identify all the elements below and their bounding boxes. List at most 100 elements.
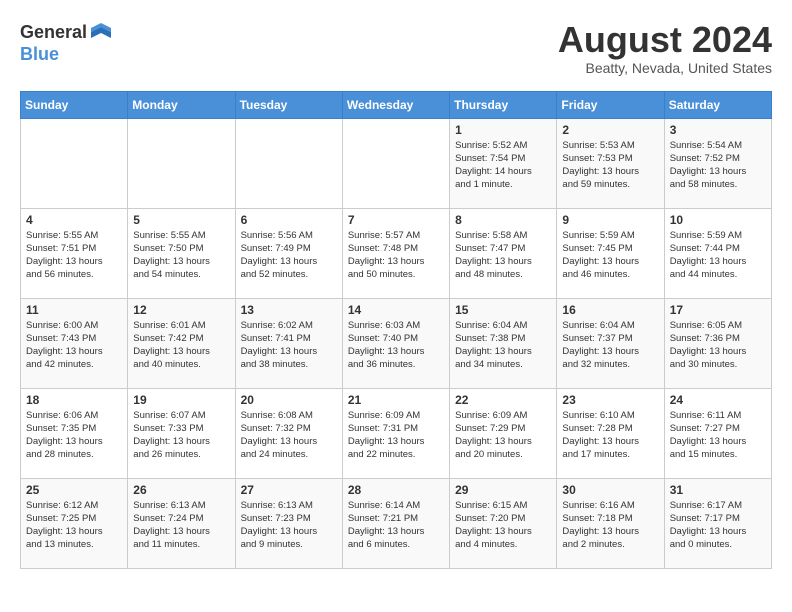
location-subtitle: Beatty, Nevada, United States [558,60,772,76]
day-info: Sunrise: 5:52 AM Sunset: 7:54 PM Dayligh… [455,139,551,192]
day-info: Sunrise: 6:05 AM Sunset: 7:36 PM Dayligh… [670,319,766,372]
header-day-monday: Monday [128,91,235,118]
calendar-cell: 1 Sunrise: 5:52 AM Sunset: 7:54 PM Daylig… [450,118,557,208]
header-day-tuesday: Tuesday [235,91,342,118]
day-info: Sunrise: 5:58 AM Sunset: 7:47 PM Dayligh… [455,229,551,282]
calendar-cell: 11 Sunrise: 6:00 AM Sunset: 7:43 PM Dayli… [21,298,128,388]
day-info: Sunrise: 6:17 AM Sunset: 7:17 PM Dayligh… [670,499,766,552]
week-row-4: 25Sunrise: 6:12 AM Sunset: 7:25 PM Dayli… [21,478,772,568]
day-number: 15 [455,303,551,317]
day-info: Sunrise: 6:13 AM Sunset: 7:23 PM Dayligh… [241,499,337,552]
day-number: 28 [348,483,444,497]
calendar-cell: 20 Sunrise: 6:08 AM Sunset: 7:32 PM Dayli… [235,388,342,478]
day-info: Sunrise: 6:07 AM Sunset: 7:33 PM Dayligh… [133,409,229,462]
calendar-cell: 16 Sunrise: 6:04 AM Sunset: 7:37 PM Dayli… [557,298,664,388]
calendar-table: SundayMondayTuesdayWednesdayThursdayFrid… [20,91,772,569]
calendar-cell: 29Sunrise: 6:15 AM Sunset: 7:20 PM Dayli… [450,478,557,568]
header-day-saturday: Saturday [664,91,771,118]
day-info: Sunrise: 5:55 AM Sunset: 7:51 PM Dayligh… [26,229,122,282]
day-info: Sunrise: 6:01 AM Sunset: 7:42 PM Dayligh… [133,319,229,372]
calendar-cell [235,118,342,208]
day-info: Sunrise: 6:13 AM Sunset: 7:24 PM Dayligh… [133,499,229,552]
day-number: 4 [26,213,122,227]
calendar-header: SundayMondayTuesdayWednesdayThursdayFrid… [21,91,772,118]
calendar-cell: 30Sunrise: 6:16 AM Sunset: 7:18 PM Dayli… [557,478,664,568]
day-info: Sunrise: 5:59 AM Sunset: 7:44 PM Dayligh… [670,229,766,282]
day-info: Sunrise: 6:04 AM Sunset: 7:37 PM Dayligh… [562,319,658,372]
day-info: Sunrise: 6:10 AM Sunset: 7:28 PM Dayligh… [562,409,658,462]
day-info: Sunrise: 6:04 AM Sunset: 7:38 PM Dayligh… [455,319,551,372]
calendar-cell: 22 Sunrise: 6:09 AM Sunset: 7:29 PM Dayli… [450,388,557,478]
day-number: 12 [133,303,229,317]
week-row-3: 18 Sunrise: 6:06 AM Sunset: 7:35 PM Dayli… [21,388,772,478]
calendar-cell: 21Sunrise: 6:09 AM Sunset: 7:31 PM Dayli… [342,388,449,478]
calendar-cell: 12 Sunrise: 6:01 AM Sunset: 7:42 PM Dayli… [128,298,235,388]
month-year-title: August 2024 [558,20,772,60]
day-info: Sunrise: 6:06 AM Sunset: 7:35 PM Dayligh… [26,409,122,462]
calendar-cell [128,118,235,208]
day-info: Sunrise: 6:16 AM Sunset: 7:18 PM Dayligh… [562,499,658,552]
week-row-1: 4 Sunrise: 5:55 AM Sunset: 7:51 PM Daylig… [21,208,772,298]
day-info: Sunrise: 6:00 AM Sunset: 7:43 PM Dayligh… [26,319,122,372]
header-row: SundayMondayTuesdayWednesdayThursdayFrid… [21,91,772,118]
calendar-cell: 4 Sunrise: 5:55 AM Sunset: 7:51 PM Daylig… [21,208,128,298]
calendar-cell: 9 Sunrise: 5:59 AM Sunset: 7:45 PM Daylig… [557,208,664,298]
day-info: Sunrise: 5:57 AM Sunset: 7:48 PM Dayligh… [348,229,444,282]
calendar-cell: 25Sunrise: 6:12 AM Sunset: 7:25 PM Dayli… [21,478,128,568]
day-number: 14 [348,303,444,317]
title-block: August 2024 Beatty, Nevada, United State… [558,20,772,76]
day-info: Sunrise: 6:09 AM Sunset: 7:29 PM Dayligh… [455,409,551,462]
day-number: 10 [670,213,766,227]
day-number: 13 [241,303,337,317]
logo: General Blue [20,20,113,65]
calendar-cell: 8Sunrise: 5:58 AM Sunset: 7:47 PM Daylig… [450,208,557,298]
logo-blue-text: Blue [20,44,59,65]
day-info: Sunrise: 5:56 AM Sunset: 7:49 PM Dayligh… [241,229,337,282]
day-number: 3 [670,123,766,137]
day-number: 17 [670,303,766,317]
day-number: 19 [133,393,229,407]
calendar-cell [342,118,449,208]
day-info: Sunrise: 6:11 AM Sunset: 7:27 PM Dayligh… [670,409,766,462]
day-info: Sunrise: 5:55 AM Sunset: 7:50 PM Dayligh… [133,229,229,282]
calendar-cell: 28 Sunrise: 6:14 AM Sunset: 7:21 PM Dayli… [342,478,449,568]
calendar-cell [21,118,128,208]
logo-general-text: General [20,22,87,43]
day-info: Sunrise: 6:08 AM Sunset: 7:32 PM Dayligh… [241,409,337,462]
calendar-cell: 14Sunrise: 6:03 AM Sunset: 7:40 PM Dayli… [342,298,449,388]
day-info: Sunrise: 5:54 AM Sunset: 7:52 PM Dayligh… [670,139,766,192]
day-info: Sunrise: 6:14 AM Sunset: 7:21 PM Dayligh… [348,499,444,552]
calendar-cell: 2Sunrise: 5:53 AM Sunset: 7:53 PM Daylig… [557,118,664,208]
calendar-cell: 3 Sunrise: 5:54 AM Sunset: 7:52 PM Daylig… [664,118,771,208]
calendar-cell: 6Sunrise: 5:56 AM Sunset: 7:49 PM Daylig… [235,208,342,298]
day-number: 20 [241,393,337,407]
calendar-cell: 23Sunrise: 6:10 AM Sunset: 7:28 PM Dayli… [557,388,664,478]
calendar-cell: 24Sunrise: 6:11 AM Sunset: 7:27 PM Dayli… [664,388,771,478]
calendar-cell: 31 Sunrise: 6:17 AM Sunset: 7:17 PM Dayli… [664,478,771,568]
day-number: 26 [133,483,229,497]
day-info: Sunrise: 6:02 AM Sunset: 7:41 PM Dayligh… [241,319,337,372]
day-number: 7 [348,213,444,227]
day-info: Sunrise: 5:59 AM Sunset: 7:45 PM Dayligh… [562,229,658,282]
calendar-cell: 13 Sunrise: 6:02 AM Sunset: 7:41 PM Dayli… [235,298,342,388]
day-number: 9 [562,213,658,227]
header-day-thursday: Thursday [450,91,557,118]
calendar-cell: 7 Sunrise: 5:57 AM Sunset: 7:48 PM Daylig… [342,208,449,298]
calendar-cell: 15 Sunrise: 6:04 AM Sunset: 7:38 PM Dayli… [450,298,557,388]
day-number: 16 [562,303,658,317]
calendar-body: 1 Sunrise: 5:52 AM Sunset: 7:54 PM Daylig… [21,118,772,568]
day-number: 22 [455,393,551,407]
calendar-cell: 10 Sunrise: 5:59 AM Sunset: 7:44 PM Dayli… [664,208,771,298]
calendar-cell: 18 Sunrise: 6:06 AM Sunset: 7:35 PM Dayli… [21,388,128,478]
calendar-cell: 17 Sunrise: 6:05 AM Sunset: 7:36 PM Dayli… [664,298,771,388]
day-number: 1 [455,123,551,137]
day-number: 31 [670,483,766,497]
day-number: 18 [26,393,122,407]
calendar-cell: 5Sunrise: 5:55 AM Sunset: 7:50 PM Daylig… [128,208,235,298]
day-number: 2 [562,123,658,137]
week-row-0: 1 Sunrise: 5:52 AM Sunset: 7:54 PM Daylig… [21,118,772,208]
day-info: Sunrise: 6:15 AM Sunset: 7:20 PM Dayligh… [455,499,551,552]
logo-icon [89,20,113,44]
page-header: General Blue August 2024 Beatty, Nevada,… [20,20,772,76]
day-number: 11 [26,303,122,317]
